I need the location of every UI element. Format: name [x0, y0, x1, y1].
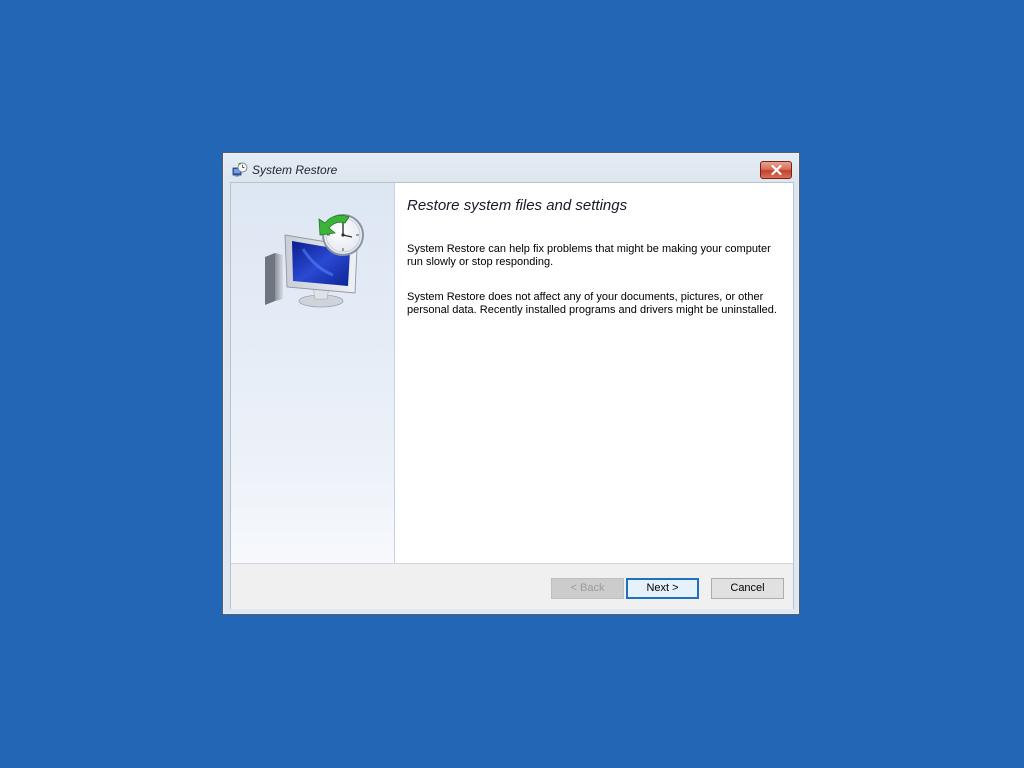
close-button[interactable]: [760, 161, 792, 179]
close-icon: [771, 165, 782, 175]
cancel-button[interactable]: Cancel: [711, 578, 784, 599]
wizard-button-bar: < Back Next > Cancel: [231, 563, 793, 609]
wizard-sidebar: [231, 183, 395, 563]
description-paragraph: System Restore can help fix problems tha…: [407, 243, 771, 268]
back-button[interactable]: < Back: [551, 578, 624, 599]
system-restore-icon: [232, 162, 248, 178]
window-title: System Restore: [252, 163, 338, 177]
data-safety-paragraph: System Restore does not affect any of yo…: [407, 291, 777, 316]
wizard-client-area: Restore system files and settings System…: [230, 182, 794, 609]
wizard-content: Restore system files and settings System…: [395, 183, 793, 563]
computer-clock-restore-icon: [263, 213, 367, 315]
desktop: System Restore Restore system files and …: [0, 0, 1024, 768]
next-button[interactable]: Next >: [626, 578, 699, 599]
page-heading: Restore system files and settings: [407, 197, 628, 214]
system-restore-window: System Restore Restore system files and …: [222, 152, 800, 615]
title-bar[interactable]: System Restore: [223, 153, 799, 183]
